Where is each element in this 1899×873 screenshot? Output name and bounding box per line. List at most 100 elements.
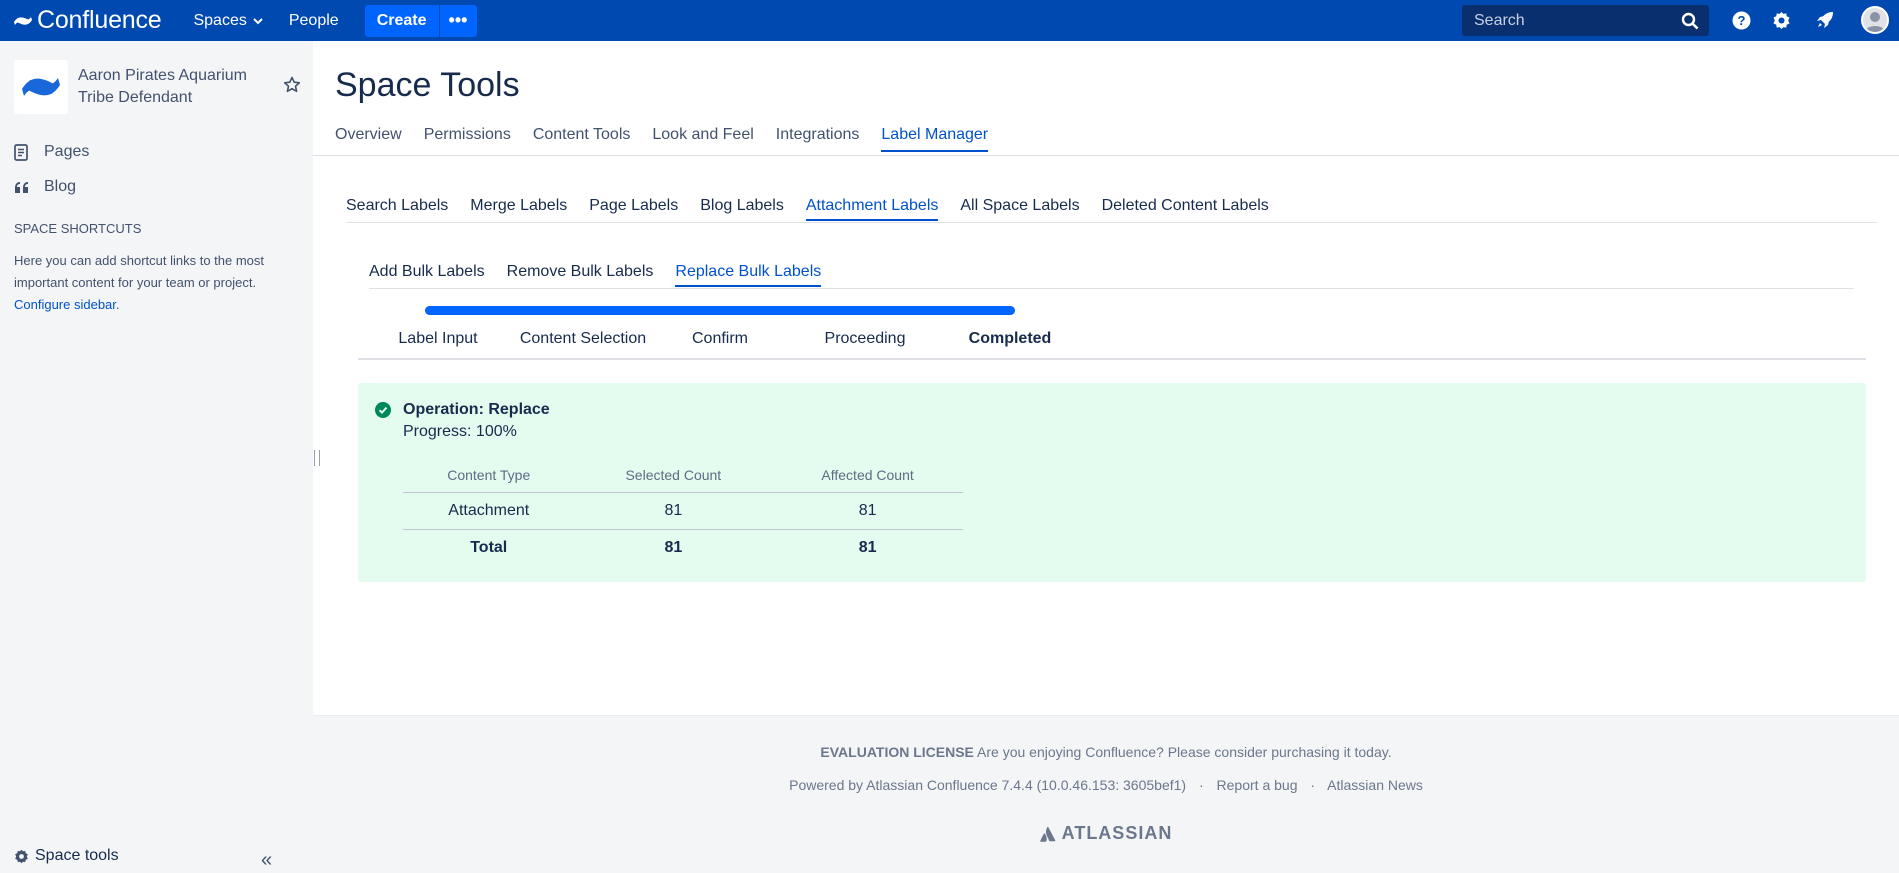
- atlassian-logo[interactable]: ATLASSIAN: [313, 823, 1899, 844]
- tab-integrations[interactable]: Integrations: [776, 126, 860, 152]
- table-total-row: Total 81 81: [403, 529, 963, 566]
- step-content-selection: Content Selection: [519, 330, 647, 347]
- column-header-affected-count: Affected Count: [772, 459, 963, 493]
- create-button-group: Create •••: [364, 4, 477, 37]
- label-manager-tabs: Search Labels Merge Labels Page Labels B…: [346, 197, 1291, 221]
- bulk-tabs-divider: [369, 288, 1854, 289]
- cell-total-label: Total: [470, 538, 508, 556]
- space-logo[interactable]: [14, 60, 68, 114]
- operation-progress: Progress: 100%: [403, 423, 517, 440]
- collapse-sidebar-button[interactable]: «: [261, 849, 272, 872]
- cell-content-type: Attachment: [403, 492, 575, 530]
- tab-attachment-labels[interactable]: Attachment Labels: [805, 197, 939, 221]
- wizard-steps: Label Input Content Selection Confirm Pr…: [358, 330, 1866, 360]
- shortcuts-period: .: [115, 297, 120, 312]
- tab-merge-labels[interactable]: Merge Labels: [470, 197, 567, 221]
- configure-sidebar-link[interactable]: Configure sidebar: [14, 297, 116, 312]
- report-bug-link[interactable]: Report a bug: [1217, 777, 1298, 793]
- spaces-menu[interactable]: Spaces: [193, 11, 263, 30]
- step-label-input: Label Input: [398, 330, 478, 347]
- tab-add-bulk-labels[interactable]: Add Bulk Labels: [369, 263, 485, 287]
- shortcuts-description: Here you can add shortcut links to the m…: [14, 253, 265, 290]
- license-text: Are you enjoying Confluence? Please cons…: [977, 744, 1392, 760]
- space-tools-tabs: Overview Permissions Content Tools Look …: [335, 126, 1010, 152]
- atlassian-logo-icon: [1039, 826, 1056, 842]
- tabs-divider: [313, 155, 1899, 156]
- cell-total-selected: 81: [664, 538, 683, 556]
- sidebar-resize-handle[interactable]: [314, 450, 320, 466]
- powered-by: Powered by Atlassian Confluence 7.4.4 (1…: [313, 777, 1899, 793]
- operation-result-panel: Operation: Replace Progress: 100% Conten…: [358, 383, 1866, 582]
- tab-search-labels[interactable]: Search Labels: [346, 197, 448, 221]
- tab-content-tools[interactable]: Content Tools: [533, 126, 631, 152]
- tab-label-manager[interactable]: Label Manager: [881, 126, 989, 152]
- atlassian-wordmark: ATLASSIAN: [1061, 823, 1173, 843]
- star-icon[interactable]: [283, 76, 301, 99]
- space-tools-button[interactable]: Space tools: [14, 847, 119, 865]
- cell-affected-count: 81: [772, 492, 963, 530]
- tab-overview[interactable]: Overview: [335, 126, 402, 152]
- step-completed: Completed: [968, 330, 1052, 347]
- tab-blog-labels[interactable]: Blog Labels: [700, 197, 784, 221]
- sidebar: Aaron Pirates Aquarium Tribe Defendant P…: [0, 41, 313, 873]
- confluence-logo-icon: [14, 16, 32, 25]
- result-table: Content Type Selected Count Affected Cou…: [403, 459, 963, 566]
- wizard-progress-fill: [425, 306, 1015, 315]
- sidebar-item-label: Blog: [44, 178, 77, 195]
- spaces-label: Spaces: [193, 11, 247, 29]
- sidebar-item-blog[interactable]: Blog: [14, 178, 76, 196]
- separator: ·: [1198, 777, 1204, 793]
- column-header-selected-count: Selected Count: [574, 459, 773, 493]
- sidebar-item-pages[interactable]: Pages: [14, 143, 89, 161]
- separator: ·: [1310, 777, 1316, 793]
- step-proceeding: Proceeding: [824, 330, 906, 347]
- powered-by-text[interactable]: Powered by Atlassian Confluence 7.4.4 (1…: [789, 777, 1186, 793]
- space-shortcuts-text: Here you can add shortcut links to the m…: [14, 250, 299, 316]
- gear-icon[interactable]: [1771, 10, 1791, 30]
- tab-all-space-labels[interactable]: All Space Labels: [960, 197, 1079, 221]
- tab-permissions[interactable]: Permissions: [424, 126, 511, 152]
- space-tools-label: Space tools: [35, 847, 119, 864]
- license-label: EVALUATION LICENSE: [820, 744, 974, 760]
- tab-replace-bulk-labels[interactable]: Replace Bulk Labels: [675, 263, 822, 287]
- operation-title: Operation: Replace: [403, 401, 550, 418]
- search-placeholder: Search: [1474, 11, 1525, 29]
- search-icon[interactable]: [1681, 12, 1699, 30]
- space-name[interactable]: Aaron Pirates Aquarium Tribe Defendant: [78, 65, 258, 109]
- page-icon: [14, 143, 32, 161]
- tab-look-and-feel[interactable]: Look and Feel: [652, 126, 753, 152]
- app-name: Confluence: [37, 6, 162, 34]
- table-row: Attachment 81 81: [403, 492, 963, 530]
- sidebar-item-label: Pages: [44, 143, 90, 160]
- label-tabs-divider: [346, 222, 1877, 223]
- people-link[interactable]: People: [289, 12, 339, 30]
- gear-icon: [15, 849, 28, 863]
- chevron-down-icon: [253, 17, 263, 24]
- license-notice: EVALUATION LICENSE Are you enjoying Conf…: [313, 744, 1899, 760]
- bulk-label-tabs: Add Bulk Labels Remove Bulk Labels Repla…: [369, 263, 843, 287]
- cell-selected-count: 81: [574, 492, 773, 530]
- confluence-logo[interactable]: Confluence: [14, 6, 162, 35]
- page-title: Space Tools: [335, 66, 520, 104]
- column-header-content-type: Content Type: [403, 459, 575, 493]
- wizard-progress-bar: [425, 306, 1015, 315]
- search-input[interactable]: Search: [1462, 5, 1709, 36]
- svg-text:?: ?: [1737, 13, 1745, 28]
- cell-total-affected: 81: [858, 538, 877, 556]
- rocket-icon[interactable]: [1815, 10, 1835, 30]
- top-navigation-bar: Confluence Spaces People Create ••• Sear…: [0, 0, 1899, 41]
- check-circle-icon: [375, 402, 391, 418]
- confluence-space-logo-icon: [22, 78, 60, 96]
- create-more-button[interactable]: •••: [438, 4, 477, 37]
- tab-deleted-content-labels[interactable]: Deleted Content Labels: [1102, 197, 1269, 221]
- create-button[interactable]: Create: [364, 4, 439, 37]
- help-icon[interactable]: ?: [1731, 10, 1751, 30]
- user-avatar[interactable]: [1861, 6, 1889, 34]
- step-confirm: Confirm: [691, 330, 748, 347]
- quote-icon: [14, 181, 32, 194]
- atlassian-news-link[interactable]: Atlassian News: [1327, 777, 1423, 793]
- tab-remove-bulk-labels[interactable]: Remove Bulk Labels: [507, 263, 654, 287]
- tab-page-labels[interactable]: Page Labels: [589, 197, 678, 221]
- space-shortcuts-heading: SPACE SHORTCUTS: [14, 221, 142, 236]
- footer: EVALUATION LICENSE Are you enjoying Conf…: [313, 715, 1899, 873]
